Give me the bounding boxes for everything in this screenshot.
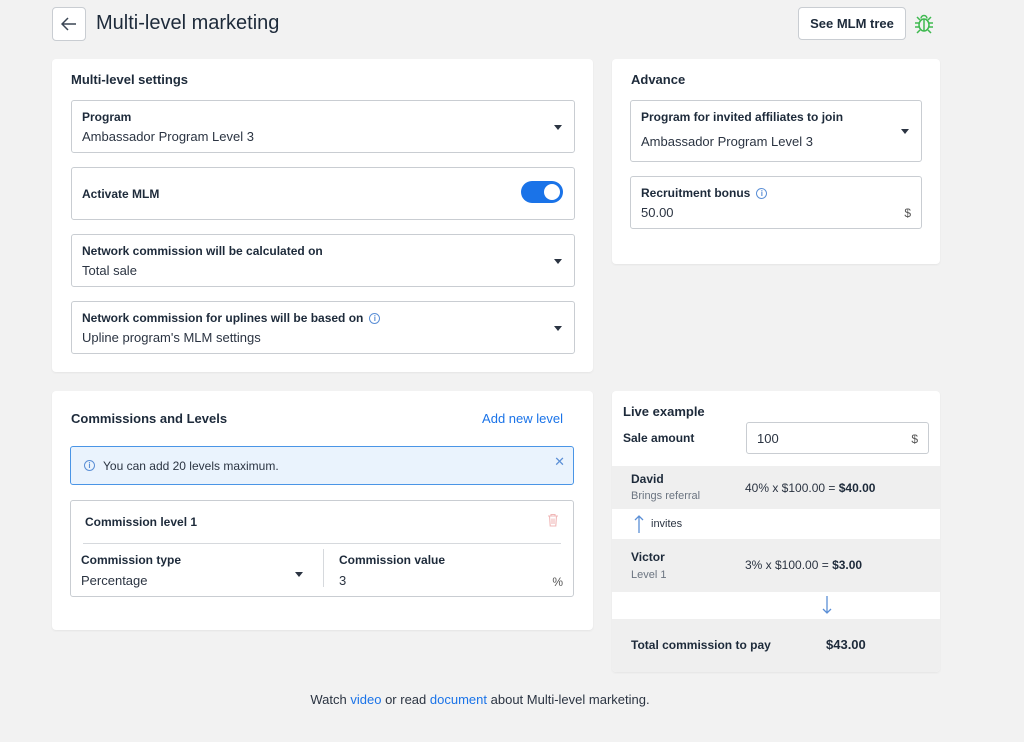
- calculation-base-select[interactable]: Network commission will be calculated on…: [71, 234, 575, 287]
- recruitment-bonus-label: Recruitment bonus i: [641, 186, 768, 200]
- arrow-up-icon: [634, 515, 644, 533]
- settings-title: Multi-level settings: [71, 72, 189, 87]
- info-icon[interactable]: i: [369, 312, 381, 324]
- info-icon: i: [84, 460, 95, 471]
- close-icon[interactable]: ✕: [554, 454, 565, 470]
- total-value: $43.00: [826, 637, 866, 652]
- recruitment-bonus-label-text: Recruitment bonus: [641, 186, 751, 200]
- live-row-name: Victor: [631, 550, 665, 564]
- sale-amount-input[interactable]: 100 $: [746, 422, 929, 454]
- commission-value-label: Commission value: [339, 553, 446, 567]
- uplines-basis-value: Upline program's MLM settings: [82, 330, 261, 345]
- levels-info-alert: i You can add 20 levels maximum. ✕: [70, 446, 574, 485]
- currency-suffix: $: [911, 432, 918, 446]
- program-label: Program: [82, 110, 132, 124]
- live-row-result: $40.00: [838, 481, 876, 495]
- footer-or-read: or read: [385, 692, 427, 707]
- uplines-basis-select[interactable]: Network commission for uplines will be b…: [71, 301, 575, 354]
- divider: [83, 543, 561, 544]
- commission-type-label: Commission type: [81, 553, 182, 567]
- recruitment-bonus-value: 50.00: [641, 205, 674, 220]
- alert-text: You can add 20 levels maximum.: [103, 459, 279, 473]
- activate-mlm-toggle[interactable]: [521, 181, 563, 203]
- page-header: Multi-level marketing See MLM tree: [52, 6, 940, 42]
- toggle-knob: [544, 184, 560, 200]
- live-row-david: David Brings referral 40% x $100.00 = $4…: [612, 466, 940, 509]
- commission-type-select[interactable]: Commission type Percentage: [71, 545, 321, 595]
- commission-value-value: 3: [339, 573, 347, 588]
- footer-help: Watch video or read document about Multi…: [0, 692, 992, 707]
- uplines-basis-label: Network commission for uplines will be b…: [82, 311, 381, 325]
- page-title: Multi-level marketing: [96, 12, 280, 34]
- add-new-level-link[interactable]: Add new level: [482, 411, 563, 426]
- uplines-basis-label-text: Network commission for uplines will be b…: [82, 311, 364, 325]
- down-arrow-row: [612, 592, 940, 619]
- sale-amount-value: 100: [757, 431, 779, 446]
- percent-suffix: %: [552, 575, 563, 589]
- live-row-calc: 3% x $100.00 = $3.00: [745, 558, 862, 572]
- live-row-sub: Brings referral: [631, 490, 701, 502]
- live-row-calc-text: 3% x $100.00 =: [745, 558, 833, 572]
- advance-title: Advance: [631, 72, 686, 87]
- commission-level-title: Commission level 1: [85, 515, 198, 529]
- currency-suffix: $: [904, 206, 911, 220]
- caret-down-icon: [554, 124, 562, 130]
- see-mlm-tree-button[interactable]: See MLM tree: [798, 7, 906, 40]
- trash-icon[interactable]: [547, 513, 559, 527]
- invited-program-select[interactable]: Program for invited affiliates to join A…: [630, 100, 922, 162]
- caret-down-icon: [554, 258, 562, 264]
- sale-amount-label: Sale amount: [623, 431, 695, 445]
- invited-program-value: Ambassador Program Level 3: [641, 134, 813, 149]
- live-row-sub: Level 1: [631, 569, 667, 581]
- total-row: Total commission to pay $43.00: [612, 619, 940, 672]
- caret-down-icon: [295, 572, 303, 577]
- footer-about: about Multi-level marketing.: [490, 692, 650, 707]
- advance-card: Advance Program for invited affiliates t…: [612, 59, 940, 264]
- commissions-title: Commissions and Levels: [71, 411, 228, 426]
- program-value: Ambassador Program Level 3: [82, 129, 254, 144]
- invites-row: invites: [612, 509, 940, 539]
- commissions-levels-card: Commissions and Levels Add new level i Y…: [52, 391, 593, 630]
- activate-mlm-field: Activate MLM: [71, 167, 575, 220]
- multi-level-settings-card: Multi-level settings Program Ambassador …: [52, 59, 593, 372]
- live-row-name: David: [631, 472, 664, 486]
- bug-icon[interactable]: [914, 12, 934, 34]
- total-label: Total commission to pay: [631, 638, 771, 652]
- live-row-victor: Victor Level 1 3% x $100.00 = $3.00: [612, 539, 940, 592]
- activate-mlm-label: Activate MLM: [82, 187, 160, 201]
- live-row-calc-text: 40% x $100.00 =: [745, 481, 839, 495]
- document-link[interactable]: document: [430, 692, 487, 707]
- video-link[interactable]: video: [350, 692, 381, 707]
- live-example-title: Live example: [623, 404, 705, 419]
- recruitment-bonus-input[interactable]: Recruitment bonus i 50.00 $: [630, 176, 922, 229]
- arrow-down-icon: [822, 596, 832, 614]
- invited-program-label: Program for invited affiliates to join: [641, 110, 844, 124]
- arrow-left-icon: [61, 17, 76, 31]
- invites-label: invites: [651, 518, 683, 530]
- calculation-base-value: Total sale: [82, 263, 137, 278]
- live-example-card: Live example Sale amount 100 $ David Bri…: [612, 391, 940, 672]
- live-row-result: $3.00: [832, 558, 863, 572]
- back-button[interactable]: [52, 7, 86, 41]
- live-row-calc: 40% x $100.00 = $40.00: [745, 481, 875, 495]
- footer-watch: Watch: [310, 692, 347, 707]
- commission-value-input[interactable]: Commission value 3 %: [325, 545, 573, 595]
- info-icon[interactable]: i: [756, 187, 768, 199]
- calculation-base-label: Network commission will be calculated on: [82, 244, 323, 258]
- caret-down-icon: [554, 325, 562, 331]
- program-select[interactable]: Program Ambassador Program Level 3: [71, 100, 575, 153]
- caret-down-icon: [901, 129, 909, 134]
- divider: [323, 549, 324, 587]
- commission-level-box: Commission level 1 Commission type Perce…: [70, 500, 574, 597]
- commission-type-value: Percentage: [81, 573, 148, 588]
